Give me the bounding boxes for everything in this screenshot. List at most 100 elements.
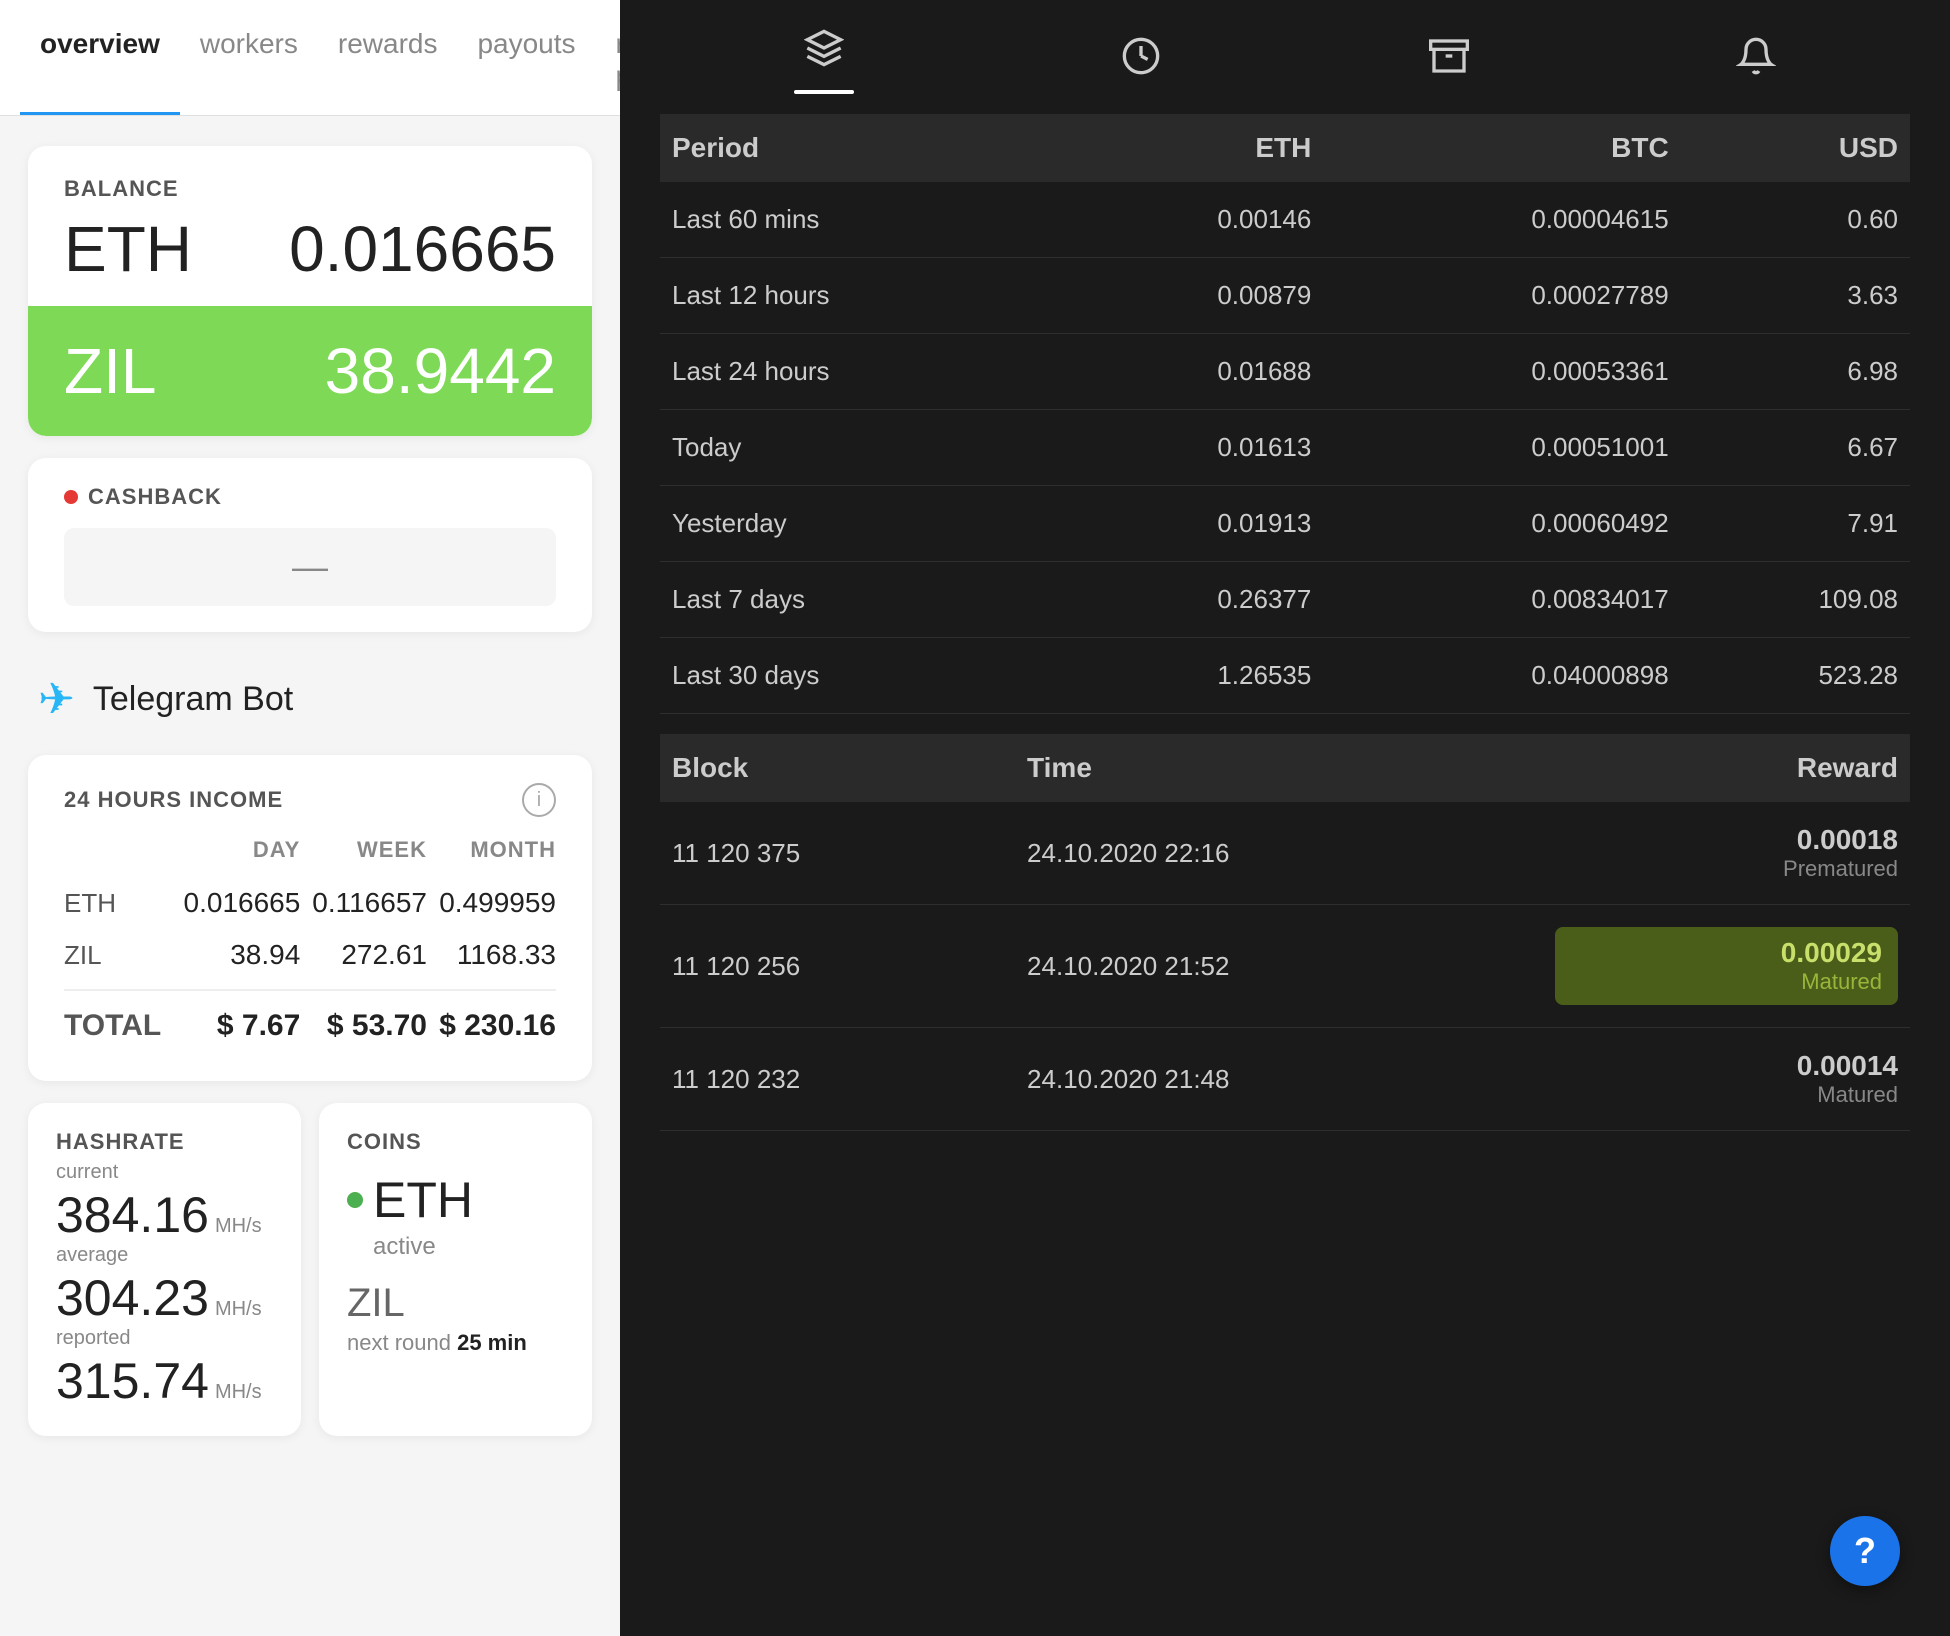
stats-eth: 1.26535 [1062, 638, 1323, 714]
left-panel: overview workers rewards payouts referra… [0, 0, 620, 1636]
balance-zil-row: ZIL 38.9442 [28, 306, 592, 436]
telegram-icon: ✈ [38, 674, 75, 725]
blocks-row: 11 120 375 24.10.2020 22:16 0.00018 Prem… [660, 802, 1910, 905]
blocks-col-reward: Reward [1543, 734, 1910, 802]
layers-icon[interactable] [804, 28, 844, 78]
block-reward: 0.00014 Matured [1543, 1028, 1910, 1131]
coins-eth-row: ETH [347, 1171, 564, 1229]
blocks-table-wrap: Block Time Reward 11 120 375 24.10.2020 … [620, 714, 1950, 1636]
hashrate-label: HASHRATE [56, 1129, 273, 1155]
stats-col-btc: BTC [1323, 114, 1680, 182]
blocks-row: 11 120 232 24.10.2020 21:48 0.00014 Matu… [660, 1028, 1910, 1131]
telegram-row[interactable]: ✈ Telegram Bot [28, 654, 592, 745]
stats-col-usd: USD [1681, 114, 1910, 182]
block-number: 11 120 375 [660, 802, 1015, 905]
coins-zil-time: 25 min [457, 1330, 527, 1355]
income-table: DAY WEEK MONTH ETH 0.016665 0.116657 0.4… [64, 837, 556, 1053]
stats-col-period: Period [660, 114, 1062, 182]
hashrate-rep-unit: MH/s [215, 1381, 262, 1404]
income-col-month: MONTH [427, 837, 556, 877]
archive-icon[interactable] [1429, 36, 1469, 86]
hashrate-rep-value: 315.74 MH/s [56, 1352, 273, 1410]
bottom-row: HASHRATE current 384.16 MH/s average 304… [28, 1103, 592, 1436]
coins-eth-active-dot [347, 1192, 363, 1208]
block-time: 24.10.2020 21:48 [1015, 1028, 1543, 1131]
income-total-label: TOTAL [64, 990, 171, 1053]
block-number: 11 120 232 [660, 1028, 1015, 1131]
stats-eth: 0.00146 [1062, 182, 1323, 258]
timer-icon[interactable] [1121, 36, 1161, 86]
blocks-col-block: Block [660, 734, 1015, 802]
stats-table: Period ETH BTC USD Last 60 mins 0.00146 … [660, 114, 1910, 714]
stats-period: Last 60 mins [660, 182, 1062, 258]
hashrate-current-label: current [56, 1161, 273, 1184]
stats-btc: 0.00834017 [1323, 562, 1680, 638]
cashback-value: — [64, 528, 556, 606]
stats-btc: 0.00027789 [1323, 258, 1680, 334]
balance-label: BALANCE [64, 176, 556, 202]
stats-eth: 0.01613 [1062, 410, 1323, 486]
balance-eth-currency: ETH [64, 212, 192, 286]
balance-eth-amount: 0.016665 [289, 212, 556, 286]
block-reward: 0.00018 Prematured [1543, 802, 1910, 905]
help-button[interactable]: ? [1830, 1516, 1900, 1586]
stats-usd: 7.91 [1681, 486, 1910, 562]
stats-row: Today 0.01613 0.00051001 6.67 [660, 410, 1910, 486]
income-header: 24 HOURS INCOME i [64, 783, 556, 817]
stats-eth: 0.01688 [1062, 334, 1323, 410]
tab-workers[interactable]: workers [180, 0, 318, 115]
stats-row: Yesterday 0.01913 0.00060492 7.91 [660, 486, 1910, 562]
coins-eth-status: active [373, 1233, 564, 1261]
cashback-dot-icon [64, 490, 78, 504]
income-card: 24 HOURS INCOME i DAY WEEK MONTH ETH 0.0… [28, 755, 592, 1081]
income-zil-label: ZIL [64, 929, 171, 990]
right-wrapper: Period ETH BTC USD Last 60 mins 0.00146 … [620, 0, 1950, 1636]
right-header [620, 0, 1950, 94]
stats-usd: 109.08 [1681, 562, 1910, 638]
stats-period: Last 7 days [660, 562, 1062, 638]
stats-col-eth: ETH [1062, 114, 1323, 182]
tab-rewards[interactable]: rewards [318, 0, 458, 115]
hashrate-avg-value: 304.23 MH/s [56, 1269, 273, 1327]
cashback-header: CASHBACK [64, 484, 556, 510]
stats-period: Last 24 hours [660, 334, 1062, 410]
stats-btc: 0.00051001 [1323, 410, 1680, 486]
balance-zil-currency: ZIL [64, 334, 156, 408]
stats-table-wrap: Period ETH BTC USD Last 60 mins 0.00146 … [620, 94, 1950, 714]
stats-usd: 523.28 [1681, 638, 1910, 714]
stats-row: Last 7 days 0.26377 0.00834017 109.08 [660, 562, 1910, 638]
income-zil-day: 38.94 [171, 929, 300, 990]
stats-row: Last 12 hours 0.00879 0.00027789 3.63 [660, 258, 1910, 334]
tab-overview[interactable]: overview [20, 0, 180, 115]
blocks-table: Block Time Reward 11 120 375 24.10.2020 … [660, 734, 1910, 1131]
balance-zil-amount: 38.9442 [325, 334, 556, 408]
coins-zil-label: ZIL [347, 1281, 564, 1326]
stats-period: Last 12 hours [660, 258, 1062, 334]
income-zil-week: 272.61 [300, 929, 427, 990]
coins-eth-label: ETH [373, 1171, 473, 1229]
bell-icon[interactable] [1736, 36, 1776, 86]
info-icon[interactable]: i [522, 783, 556, 817]
hashrate-current-unit: MH/s [215, 1215, 262, 1238]
telegram-label: Telegram Bot [93, 680, 293, 719]
income-total-day: $ 7.67 [171, 990, 300, 1053]
stats-row: Last 24 hours 0.01688 0.00053361 6.98 [660, 334, 1910, 410]
stats-row: Last 30 days 1.26535 0.04000898 523.28 [660, 638, 1910, 714]
stats-btc: 0.00060492 [1323, 486, 1680, 562]
income-eth-label: ETH [64, 877, 171, 929]
nav-tabs: overview workers rewards payouts referra… [0, 0, 620, 116]
stats-usd: 6.98 [1681, 334, 1910, 410]
coins-label: COINS [347, 1129, 564, 1155]
income-label: 24 HOURS INCOME [64, 787, 283, 813]
income-row-total: TOTAL $ 7.67 $ 53.70 $ 230.16 [64, 990, 556, 1053]
stats-btc: 0.00053361 [1323, 334, 1680, 410]
tab-payouts[interactable]: payouts [457, 0, 595, 115]
block-time: 24.10.2020 21:52 [1015, 905, 1543, 1028]
stats-usd: 3.63 [1681, 258, 1910, 334]
hashrate-current-value: 384.16 MH/s [56, 1186, 273, 1244]
block-reward: 0.00029 Matured [1543, 905, 1910, 1028]
income-row-zil: ZIL 38.94 272.61 1168.33 [64, 929, 556, 990]
stats-eth: 0.01913 [1062, 486, 1323, 562]
cashback-label: CASHBACK [88, 484, 222, 510]
stats-period: Today [660, 410, 1062, 486]
